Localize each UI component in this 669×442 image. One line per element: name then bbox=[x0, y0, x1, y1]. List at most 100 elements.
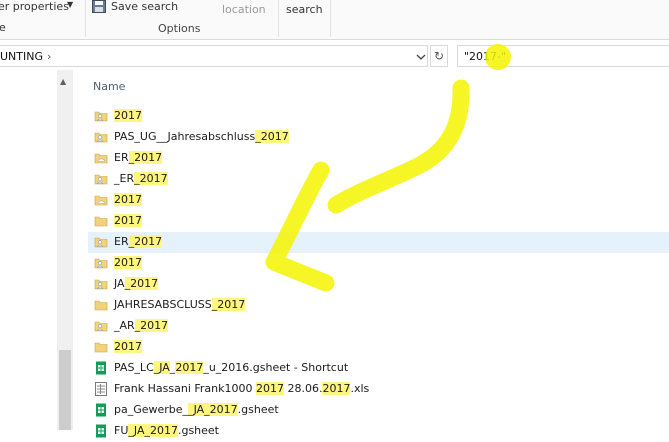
file-name-part: .xls bbox=[350, 382, 370, 395]
match-highlight: _JA_2017 bbox=[188, 403, 238, 416]
list-item[interactable]: Frank Hassani Frank1000 2017 28.06.2017.… bbox=[88, 379, 669, 400]
folder-icon bbox=[94, 153, 108, 164]
file-name-part: FU bbox=[114, 424, 129, 437]
list-item[interactable]: 2017 bbox=[88, 190, 669, 211]
match-highlight: 2017 bbox=[114, 214, 142, 227]
folder-properties-button[interactable]: er properties bbox=[0, 0, 69, 13]
scroll-up-arrow-icon[interactable]: ▲ bbox=[60, 77, 66, 86]
chevron-down-icon[interactable] bbox=[416, 52, 426, 62]
file-name: 2017 bbox=[114, 193, 142, 206]
match-highlight: 2017 bbox=[114, 109, 142, 122]
navigation-pane[interactable] bbox=[0, 70, 57, 430]
refresh-icon[interactable]: ↻ bbox=[430, 45, 448, 67]
file-name-part: pa_Gewerbe_ bbox=[114, 403, 189, 416]
open-file-location-button[interactable]: location bbox=[222, 3, 266, 16]
scrollbar[interactable]: ▲ bbox=[57, 70, 73, 430]
chevron-down-icon[interactable]: ▼ bbox=[67, 0, 73, 9]
scrollbar-thumb[interactable] bbox=[59, 350, 71, 430]
list-item[interactable]: 2017 bbox=[88, 106, 669, 127]
ribbon-edge-label: e bbox=[0, 21, 6, 34]
file-name-part: _AR bbox=[114, 319, 135, 332]
gsheet-icon bbox=[96, 424, 106, 438]
close-search-button[interactable]: search bbox=[286, 3, 323, 16]
list-item[interactable]: PAS_UG__Jahresabschluss_2017 bbox=[88, 127, 669, 148]
file-name: _AR_2017 bbox=[114, 319, 169, 332]
file-name-part: .gsheet bbox=[177, 424, 219, 437]
ribbon-divider bbox=[278, 0, 279, 37]
file-name-part: .gsheet bbox=[237, 403, 279, 416]
list-item[interactable]: JAHRESABSCLUSS_2017 bbox=[88, 295, 669, 316]
list-item[interactable]: FU_JA_2017.gsheet bbox=[88, 421, 669, 442]
ribbon: er properties ▼ e Save search Options lo… bbox=[0, 0, 669, 40]
list-item[interactable]: PAS_LC_JA_2017_u_2016.gsheet - Shortcut bbox=[88, 358, 669, 379]
folder-icon bbox=[94, 342, 108, 353]
folder-icon bbox=[94, 300, 108, 311]
user-folder-icon bbox=[94, 111, 108, 122]
list-item[interactable]: pa_Gewerbe__JA_2017.gsheet bbox=[88, 400, 669, 421]
column-header-name[interactable]: Name bbox=[93, 80, 125, 93]
list-item[interactable]: _AR_2017 bbox=[88, 316, 669, 337]
file-name: JA_2017 bbox=[114, 277, 159, 290]
ribbon-divider bbox=[85, 0, 86, 37]
match-highlight: _2017 bbox=[128, 235, 163, 248]
user-folder-icon bbox=[94, 279, 108, 290]
list-item[interactable]: _ER_2017 bbox=[88, 169, 669, 190]
match-highlight: _2017 bbox=[255, 130, 289, 143]
file-name-part: Frank Hassani Frank1000 bbox=[114, 382, 256, 395]
list-item[interactable]: ER_2017 bbox=[88, 232, 669, 253]
match-highlight: _2017 bbox=[128, 151, 163, 164]
match-highlight: 2017 bbox=[114, 340, 142, 353]
file-name: 2017 bbox=[114, 256, 142, 269]
list-item[interactable]: 2017 bbox=[88, 253, 669, 274]
user-folder-icon bbox=[94, 132, 108, 143]
address-bar[interactable]: UNTING › bbox=[0, 45, 428, 67]
match-highlight: 2017 bbox=[322, 382, 351, 395]
folder-icon bbox=[94, 216, 108, 227]
user-folder-icon bbox=[94, 258, 108, 269]
file-name-part: ER bbox=[114, 151, 129, 164]
search-input[interactable]: "2017-" bbox=[457, 45, 669, 67]
address-row: UNTING › ↻ "2017-" bbox=[0, 43, 669, 69]
gsheet-icon bbox=[96, 361, 106, 375]
list-item[interactable]: JA_2017 bbox=[88, 274, 669, 295]
file-name: 2017 bbox=[114, 109, 142, 122]
file-name: pa_Gewerbe__JA_2017.gsheet bbox=[114, 403, 279, 416]
save-search-button[interactable]: Save search bbox=[111, 0, 178, 13]
list-item[interactable]: 2017 bbox=[88, 337, 669, 358]
match-highlight: 2017 bbox=[114, 193, 142, 206]
match-highlight: _2017 bbox=[124, 277, 159, 290]
file-name: ER_2017 bbox=[114, 151, 163, 164]
save-icon[interactable] bbox=[92, 0, 106, 13]
match-highlight: _2017 bbox=[211, 298, 246, 311]
match-highlight: _2017 bbox=[134, 319, 169, 332]
match-highlight: 2017 bbox=[175, 361, 204, 374]
list-item[interactable]: ER_2017 bbox=[88, 148, 669, 169]
file-name: PAS_UG__Jahresabschluss_2017 bbox=[114, 130, 289, 143]
match-highlight: 2017 bbox=[149, 424, 178, 437]
file-name-part: PAS_LC bbox=[114, 361, 154, 374]
user-folder-icon bbox=[94, 237, 108, 248]
match-highlight: _JA bbox=[153, 361, 170, 374]
list-item[interactable]: 2017 bbox=[88, 211, 669, 232]
gsheet-icon bbox=[96, 403, 106, 417]
file-name-part: _u_2016.gsheet - Shortcut bbox=[203, 361, 349, 374]
ribbon-divider bbox=[330, 0, 331, 37]
file-name: 2017 bbox=[114, 214, 142, 227]
match-highlight: 2017 bbox=[256, 382, 284, 395]
file-name: JAHRESABSCLUSS_2017 bbox=[114, 298, 246, 311]
folder-icon bbox=[94, 195, 108, 206]
file-name-part: JAHRESABSCLUSS bbox=[114, 298, 212, 311]
search-query[interactable]: "2017-" bbox=[464, 50, 506, 63]
chevron-right-icon[interactable]: › bbox=[47, 50, 51, 63]
file-name: 2017 bbox=[114, 340, 142, 353]
breadcrumb[interactable]: UNTING bbox=[0, 50, 43, 63]
file-name-part: ER bbox=[114, 235, 129, 248]
file-name: _ER_2017 bbox=[114, 172, 168, 185]
file-name: PAS_LC_JA_2017_u_2016.gsheet - Shortcut bbox=[114, 361, 348, 374]
file-name-part: JA bbox=[114, 277, 125, 290]
file-name: Frank Hassani Frank1000 2017 28.06.2017.… bbox=[114, 382, 369, 395]
file-name-part: PAS_UG__Jahresabschluss bbox=[114, 130, 256, 143]
options-group-label: Options bbox=[158, 22, 201, 35]
xls-icon bbox=[95, 382, 107, 396]
match-highlight: 2017 bbox=[114, 256, 142, 269]
